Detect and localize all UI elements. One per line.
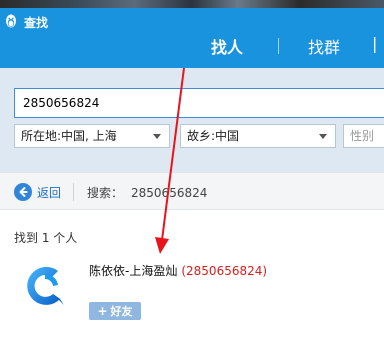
back-button[interactable]: 返回 xyxy=(14,182,61,202)
window-header: 查找 找人 找群 | xyxy=(0,8,384,76)
search-input[interactable] xyxy=(14,88,384,118)
tab-find-groups[interactable]: 找群 xyxy=(304,34,344,58)
location-select-label: 所在地:中国, 上海 xyxy=(21,129,117,143)
tab-find-people[interactable]: 找人 xyxy=(207,34,247,58)
qq-penguin-icon xyxy=(6,14,16,28)
chevron-down-icon xyxy=(319,134,327,139)
result-nickname: 陈依依-上海盈灿 xyxy=(89,264,178,278)
back-arrow-icon xyxy=(14,183,32,201)
blue-c-logo-icon[interactable] xyxy=(20,261,70,311)
hometown-select-label: 故乡:中国 xyxy=(187,129,240,143)
add-friend-button[interactable]: + 好友 xyxy=(89,302,141,320)
search-panel: 所在地:中国, 上海 故乡:中国 性别 xyxy=(0,68,384,172)
search-echo-prefix: 搜索： xyxy=(87,186,124,200)
add-friend-label: 好友 xyxy=(110,305,133,318)
window-title: 查找 xyxy=(24,16,49,30)
chevron-down-icon xyxy=(153,134,161,139)
result-qq-number: (2850656824) xyxy=(181,264,268,278)
result-count: 找到 1 个人 xyxy=(14,231,78,245)
search-echo-value: 2850656824 xyxy=(131,186,208,200)
search-echo: 搜索： 2850656824 xyxy=(87,184,207,201)
result-name[interactable]: 陈依依-上海盈灿 (2850656824) xyxy=(89,262,267,279)
gender-select-placeholder: 性别 xyxy=(350,129,375,143)
plus-icon: + xyxy=(97,304,108,318)
tab-more-edge[interactable]: | xyxy=(372,34,377,53)
location-select[interactable]: 所在地:中国, 上海 xyxy=(14,124,170,148)
result-nav-bar: 返回 搜索： 2850656824 xyxy=(0,172,384,210)
taskbar-strip xyxy=(0,0,384,8)
gender-select[interactable]: 性别 xyxy=(343,124,384,148)
hometown-select[interactable]: 故乡:中国 xyxy=(180,124,336,148)
nav-divider xyxy=(73,183,74,201)
tab-divider xyxy=(278,38,279,54)
back-button-label: 返回 xyxy=(37,185,62,200)
